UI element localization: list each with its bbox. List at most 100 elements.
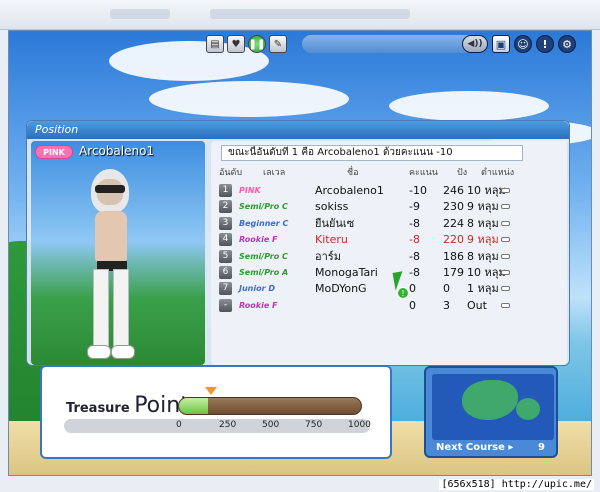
player-position: 9 หลุม: [467, 233, 499, 247]
player-name: ยืนยันเซ: [315, 216, 355, 230]
player-name: Arcobaleno1: [315, 184, 384, 197]
chat-input-bar[interactable]: [302, 35, 487, 53]
treasure-point-panel: Treasure Point 0 250 500 750 1000: [40, 365, 392, 459]
player-name: MonogaTari: [315, 266, 378, 279]
header-shots: ปัง: [457, 168, 468, 178]
scale-tick-label: 1000: [348, 420, 371, 430]
rank-number: 2: [219, 200, 232, 214]
status-icon: [501, 188, 510, 193]
ranking-row: 1 PINK Arcobaleno1 -10 246 10 หลุม: [211, 183, 567, 198]
gear-icon[interactable]: ⚙: [558, 35, 576, 53]
level-badge: PINK: [239, 186, 261, 195]
status-icon: [501, 204, 510, 210]
next-course-text: Next Course: [436, 442, 505, 453]
minimap-island: [516, 398, 540, 420]
player-score: -9: [409, 200, 420, 214]
header-position: ตำแหน่ง: [481, 168, 515, 178]
player-shots: 230: [443, 200, 464, 214]
player-position: 10 หลุม: [467, 184, 506, 197]
watermark: [656x518] http://upic.me/: [439, 479, 594, 490]
level-badge: Semi/Pro C: [239, 202, 288, 212]
ranking-table: ขณะนี้อันดับที่ 1 คือ Arcobaleno1 ด้วยคะ…: [211, 141, 567, 365]
scale-tick-label: 0: [176, 420, 182, 430]
header-score: คะแนน: [409, 168, 438, 178]
pause-icon[interactable]: ❚❚: [248, 35, 266, 53]
ranking-row: 6 Semi/Pro A MonogaTari -8 179 10 หลุม: [211, 265, 567, 280]
level-badge: Beginner C: [239, 218, 289, 228]
rank-number: 5: [219, 249, 232, 263]
ranking-row: 3 Beginner C ยืนยันเซ -8 224 8 หลุม: [211, 216, 567, 231]
player-name: sokiss: [315, 200, 349, 214]
game-window: ▤ ♥ ❚❚ ✎ ◀)) ▣ ☺ ! ⚙ Position PINK Arcob…: [0, 0, 600, 492]
status-icon: [501, 302, 510, 308]
player-shots: 220: [443, 233, 464, 247]
point-marker-icon: [205, 387, 217, 395]
window-icon[interactable]: ▣: [492, 35, 510, 53]
rank-number: -: [219, 298, 232, 312]
player-shots: 246: [443, 184, 464, 197]
level-badge: Semi/Pro A: [239, 268, 289, 277]
ranking-row: 2 Semi/Pro C sokiss -9 230 9 หลุม: [211, 199, 567, 214]
status-icon: [501, 286, 510, 292]
status-icon: [501, 270, 510, 275]
panel-title: Position: [27, 121, 569, 139]
course-number: 9: [538, 442, 545, 453]
player-score: -10: [409, 184, 427, 197]
level-badge: Rookie F: [239, 235, 278, 245]
player-shots: 3: [443, 298, 450, 312]
player-shots: 0: [443, 282, 450, 296]
level-badge: Semi/Pro C: [239, 251, 288, 261]
treasure-progress-bar: [178, 397, 362, 415]
player-position: 8 หลุม: [467, 216, 499, 230]
rank-number: 7: [219, 282, 232, 296]
player-score: 0: [409, 282, 416, 296]
player-name: MoDYonG: [315, 282, 367, 296]
ranking-row: 7 Junior D MoDYonG 0 0 1 หลุม: [211, 281, 567, 296]
scale-tick-label: 250: [219, 420, 237, 430]
toolbar-left: ▤ ♥ ❚❚ ✎: [206, 35, 287, 53]
chat-icon[interactable]: ✎: [269, 35, 287, 53]
gift-icon[interactable]: ♥: [227, 35, 245, 53]
player-position: 1 หลุม: [467, 282, 499, 296]
status-icon: [501, 237, 510, 243]
info-icon[interactable]: !: [536, 35, 554, 53]
ranking-header-row: อันดับ เลเวล ชื่อ คะแนน ปัง ตำแหน่ง: [211, 165, 567, 179]
player-shots: 224: [443, 216, 464, 230]
player-score: -8: [409, 216, 420, 230]
scorecard-icon[interactable]: ▤: [206, 35, 224, 53]
player-score: -8: [409, 249, 420, 263]
next-course-label[interactable]: Next Course ▸: [436, 442, 513, 453]
rank-number: 1: [219, 184, 232, 197]
position-panel: Position PINK Arcobaleno1 ขณะนี้อันดับที…: [26, 120, 570, 366]
ranking-row: - Rookie F 0 3 Out: [211, 298, 567, 313]
player-position: Out: [467, 298, 487, 312]
header-level: เลเวล: [263, 168, 286, 178]
player-shots: 179: [443, 266, 464, 279]
cursor-badge-icon: !: [397, 287, 409, 299]
scale-tick-label: 500: [262, 420, 280, 430]
player-name: Kiteru: [315, 233, 348, 247]
header-rank: อันดับ: [219, 168, 243, 178]
player-score: -8: [409, 233, 420, 247]
treasure-progress-fill: [179, 398, 209, 414]
player-score: 0: [409, 298, 416, 312]
scale-tick-label: 750: [305, 420, 323, 430]
player-name: อาร์ม: [315, 249, 341, 263]
ranking-row: 5 Semi/Pro C อาร์ม -8 186 8 หลุม: [211, 249, 567, 264]
character-portrait: PINK Arcobaleno1: [31, 141, 205, 365]
speaker-icon[interactable]: ◀)): [462, 35, 488, 53]
people-icon[interactable]: ☺: [514, 35, 532, 53]
status-icon: [501, 253, 510, 259]
character-name: Arcobaleno1: [79, 144, 155, 158]
rank-badge: PINK: [35, 145, 73, 159]
player-score: -8: [409, 266, 420, 279]
player-shots: 186: [443, 249, 464, 263]
toolbar-right: ◀)) ▣ ☺ ! ⚙: [462, 35, 576, 53]
course-minimap-panel[interactable]: Next Course ▸ 9: [424, 366, 558, 458]
player-position: 9 หลุม: [467, 200, 499, 214]
player-position: 10 หลุม: [467, 266, 506, 279]
player-position: 8 หลุม: [467, 249, 499, 263]
level-badge: Junior D: [239, 284, 275, 294]
arrow-right-icon: ▸: [508, 442, 514, 453]
rank-status-text: ขณะนี้อันดับที่ 1 คือ Arcobaleno1 ด้วยคะ…: [221, 145, 523, 161]
